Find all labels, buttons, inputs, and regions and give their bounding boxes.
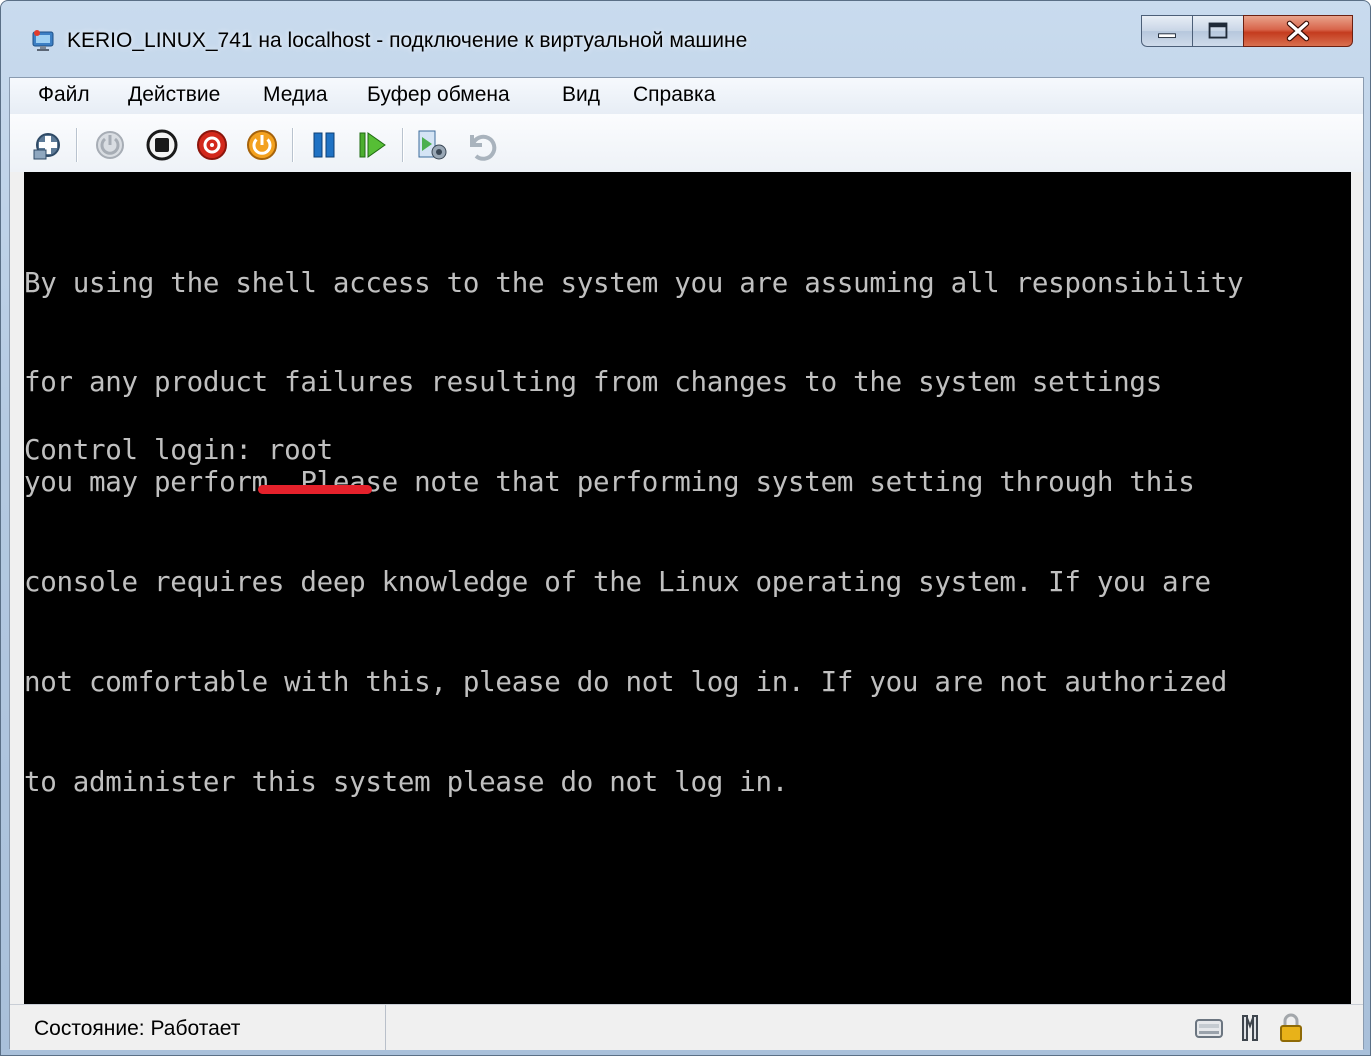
- shut-down-icon[interactable]: [194, 127, 230, 163]
- menu-bar: Файл Действие Медиа Буфер обмена Вид Спр…: [10, 78, 1363, 115]
- title-bar[interactable]: KERIO_LINUX_741 на localhost - подключен…: [1, 1, 1370, 79]
- pause-icon[interactable]: [306, 127, 342, 163]
- revert-icon[interactable]: [462, 127, 498, 163]
- resume-icon[interactable]: [354, 127, 390, 163]
- close-icon: [1286, 20, 1310, 42]
- menu-clipboard[interactable]: Буфер обмена: [367, 83, 510, 107]
- vm-connection-window: KERIO_LINUX_741 на localhost - подключен…: [0, 0, 1371, 1056]
- maximize-button[interactable]: [1192, 15, 1244, 47]
- window-title: KERIO_LINUX_741 на localhost - подключен…: [67, 29, 748, 52]
- snapshot-icon[interactable]: [414, 127, 450, 163]
- menu-file[interactable]: Файл: [38, 83, 90, 107]
- console-line: By using the shell access to the system …: [24, 266, 1244, 299]
- minimize-button[interactable]: [1141, 15, 1193, 47]
- status-bar: Состояние: Работает: [10, 1004, 1363, 1050]
- menu-media[interactable]: Медиа: [263, 83, 328, 107]
- console-line: console requires deep knowledge of the L…: [24, 566, 1211, 599]
- maximize-icon: [1208, 22, 1228, 39]
- client-area: Файл Действие Медиа Буфер обмена Вид Спр…: [9, 77, 1364, 1050]
- minimize-icon: [1158, 33, 1176, 39]
- ctrl-alt-del-icon[interactable]: [30, 127, 66, 163]
- lock-icon: [1280, 1013, 1302, 1042]
- close-button[interactable]: [1243, 15, 1353, 47]
- console-line: not comfortable with this, please do not…: [24, 666, 1227, 699]
- console-text: By using the shell access to the system …: [24, 200, 1351, 866]
- keyboard-icon: [1195, 1019, 1223, 1038]
- mouse-icon: [1242, 1015, 1258, 1041]
- toolbar-separator: [76, 128, 78, 162]
- highlight-underline: [258, 485, 372, 494]
- vm-console-screen[interactable]: By using the shell access to the system …: [24, 172, 1351, 1004]
- toolbar-separator: [292, 128, 294, 162]
- toolbar-separator: [402, 128, 404, 162]
- menu-help[interactable]: Справка: [633, 83, 715, 107]
- console-line: for any product failures resulting from …: [24, 366, 1162, 399]
- turn-off-icon[interactable]: [144, 127, 180, 163]
- save-state-icon[interactable]: [244, 127, 280, 163]
- start-icon[interactable]: [92, 127, 128, 163]
- login-prompt: Control login: root: [24, 434, 333, 466]
- status-divider: [385, 1005, 386, 1050]
- console-line: to administer this system please do not …: [24, 766, 789, 799]
- status-text: Состояние: Работает: [34, 1017, 241, 1040]
- vm-connection-icon: [32, 30, 54, 51]
- menu-action[interactable]: Действие: [128, 83, 220, 107]
- toolbar: [10, 114, 1363, 172]
- menu-view[interactable]: Вид: [562, 83, 600, 107]
- console-line: you may perform. Please note that perfor…: [24, 466, 1195, 499]
